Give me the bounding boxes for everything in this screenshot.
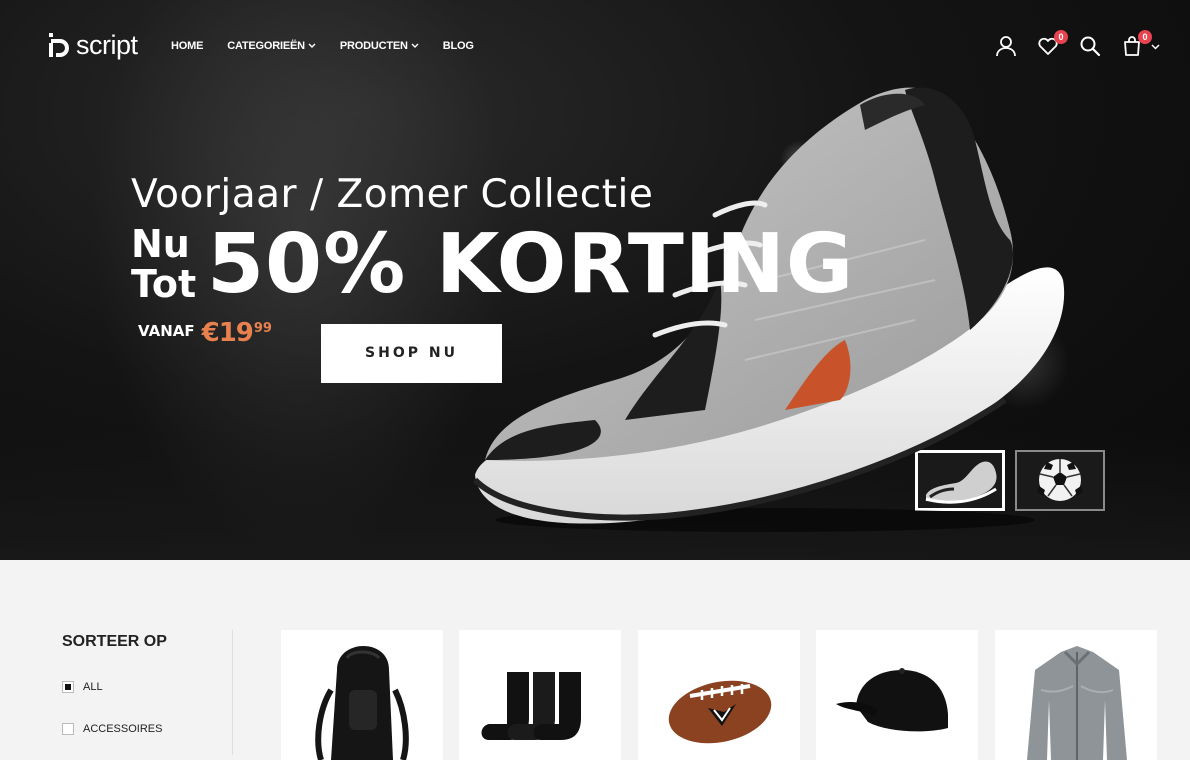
- hero-headline: 50% KORTING: [207, 217, 855, 312]
- logo-text: script: [76, 30, 138, 60]
- filter-label: ALL: [83, 681, 103, 693]
- product-card-jacket[interactable]: [995, 630, 1157, 760]
- main-menu: HOME CATEGORIEËN PRODUCTEN BLOG: [171, 40, 498, 52]
- product-card-backpack[interactable]: [281, 630, 443, 760]
- hero-nu: Nu: [131, 222, 190, 266]
- menu-item-blog[interactable]: BLOG: [443, 40, 474, 52]
- menu-item-label: PRODUCTEN: [339, 40, 408, 52]
- filter-checkbox[interactable]: [62, 723, 74, 735]
- chevron-down-icon: [1151, 44, 1160, 50]
- header-icons: 0 0: [976, 30, 1160, 58]
- sort-title: SORTEER OP: [62, 633, 167, 650]
- price-cents: 99: [253, 321, 272, 336]
- price-main: €19: [201, 318, 254, 348]
- chevron-down-icon: [308, 43, 316, 48]
- socks-image: [481, 672, 581, 740]
- menu-item-label: CATEGORIEËN: [227, 40, 305, 52]
- menu-item-producten[interactable]: PRODUCTEN: [340, 40, 419, 52]
- cap-image: [836, 668, 948, 732]
- filter-label: ACCESSOIRES: [83, 723, 163, 735]
- hero-nu-tot: Nu Tot: [131, 224, 196, 304]
- top-navigation: script HOME CATEGORIEËN PRODUCTEN BLOG 0: [0, 0, 1190, 92]
- menu-item-label: HOME: [171, 40, 204, 52]
- product-card-socks[interactable]: [459, 630, 621, 760]
- cart-count-badge: 0: [1138, 30, 1152, 44]
- user-icon[interactable]: [994, 34, 1018, 58]
- menu-item-label: BLOG: [442, 40, 474, 52]
- product-card-cap[interactable]: [816, 630, 978, 760]
- hero-price-line: VANAF €19 99: [138, 318, 272, 348]
- logo-icon: [48, 30, 72, 60]
- american-football-image: [668, 680, 772, 744]
- wishlist-count-badge: 0: [1054, 30, 1068, 44]
- sidebar-divider: [232, 630, 233, 755]
- hero-banner: script HOME CATEGORIEËN PRODUCTEN BLOG 0: [0, 0, 1190, 560]
- hero-price: €19 99: [201, 318, 272, 348]
- chevron-down-icon: [411, 43, 419, 48]
- menu-item-home[interactable]: HOME: [171, 40, 203, 52]
- backpack-image: [315, 646, 409, 760]
- product-card-american-football[interactable]: [638, 630, 800, 760]
- menu-item-categorieen[interactable]: CATEGORIEËN: [227, 40, 316, 52]
- hero-tot: Tot: [131, 262, 197, 306]
- cart-button[interactable]: 0: [1120, 30, 1160, 58]
- price-from-label: VANAF: [138, 322, 195, 340]
- jacket-image: [1027, 646, 1127, 760]
- wishlist-button[interactable]: 0: [1036, 30, 1068, 58]
- search-icon[interactable]: [1078, 34, 1102, 58]
- filter-all[interactable]: ALL: [62, 681, 103, 693]
- filter-checkbox[interactable]: [62, 681, 74, 693]
- filter-accessoires[interactable]: ACCESSOIRES: [62, 723, 162, 735]
- logo[interactable]: script: [48, 30, 138, 60]
